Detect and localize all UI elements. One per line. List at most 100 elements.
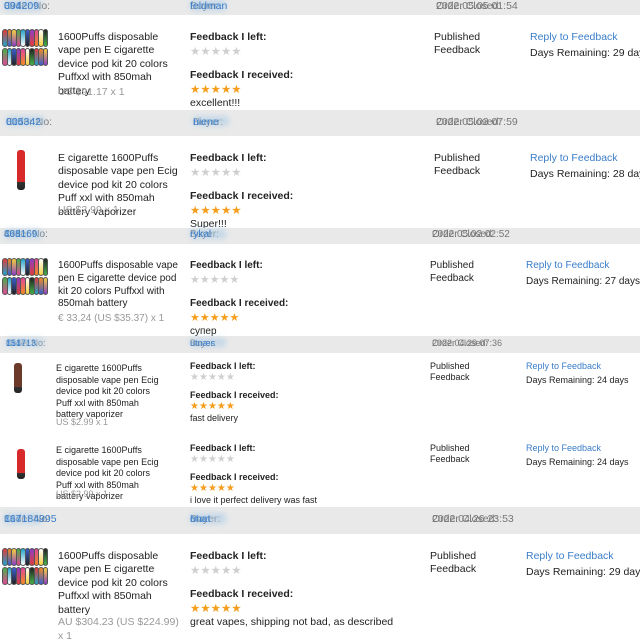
feedback-left-label: Feedback I left:	[190, 443, 256, 453]
buyer-name-suffix[interactable]: feldman	[190, 0, 227, 12]
reply-to-feedback-link[interactable]: Reply to Feedback	[526, 443, 601, 453]
product-thumbnail	[8, 363, 28, 393]
vape-pen-icon	[17, 150, 25, 190]
star-icon: ★	[210, 46, 221, 58]
product-price: US $91.17 x 1	[58, 86, 125, 98]
star-icon: ★	[216, 401, 226, 412]
star-icon: ★	[200, 84, 211, 96]
feedback-received-stars: ★★★★★	[190, 82, 242, 96]
order-no-suffix[interactable]: 468169	[4, 229, 37, 240]
star-icon: ★	[198, 372, 208, 383]
star-icon: ★	[200, 167, 211, 179]
product-price: US $2.99 x 1	[56, 489, 109, 499]
days-remaining: Days Remaining: 24 days	[526, 457, 629, 467]
order-closed-date: 2022.04.29 07:36	[432, 338, 503, 348]
order-item-row: E cigarette 1600Puffs disposable vape pe…	[0, 353, 640, 435]
vape-pen-icon	[42, 567, 49, 585]
reply-to-feedback-link[interactable]: Reply to Feedback	[526, 361, 601, 371]
product-thumbnail	[2, 258, 49, 295]
star-icon: ★	[198, 454, 208, 465]
star-icon: ★	[190, 312, 200, 324]
buyer-name-suffix[interactable]: rykal	[190, 229, 211, 240]
star-icon: ★	[216, 483, 226, 494]
order-no-suffix[interactable]: 094209	[4, 0, 39, 12]
feedback-received-stars: ★★★★★	[190, 311, 239, 324]
feedback-comment: fast delivery	[190, 413, 239, 423]
product-title[interactable]: E cigarette 1600Puffs disposable vape pe…	[56, 363, 168, 421]
feedback-left-label: Feedback I left:	[190, 31, 267, 43]
star-icon: ★	[207, 401, 217, 412]
star-icon: ★	[190, 565, 201, 577]
published-feedback-status: Published Feedback	[430, 443, 470, 465]
reply-to-feedback-link[interactable]: Reply to Feedback	[530, 31, 618, 43]
star-icon: ★	[210, 167, 221, 179]
order-header: Order No: 301094209Buyer: feldmanOrder C…	[0, 0, 640, 15]
feedback-left-stars: ★★★★★	[190, 372, 235, 383]
product-thumbnail	[14, 150, 28, 190]
star-icon: ★	[219, 312, 230, 324]
buyer-name-suffix[interactable]: utnæs	[190, 338, 215, 348]
star-icon: ★	[220, 205, 232, 217]
feedback-received-label: Feedback I received:	[190, 69, 294, 81]
buyer-name-suffix[interactable]: onat	[190, 513, 210, 525]
buyer-name-suffix[interactable]: niene	[193, 116, 219, 128]
feedback-received-label: Feedback I received:	[190, 588, 294, 600]
order-item-row: E cigarette 1600Puffs disposable vape pe…	[0, 136, 640, 230]
order-no-suffix[interactable]: 151713	[6, 338, 36, 348]
star-icon: ★	[225, 401, 235, 412]
reply-to-feedback-link[interactable]: Reply to Feedback	[530, 152, 618, 164]
order-header: Order No: 814151713Buyer: utnæsOrder Clo…	[0, 336, 640, 353]
star-icon: ★	[199, 312, 210, 324]
days-remaining: Days Remaining: 29 days	[526, 566, 640, 578]
order-header: Order No: 814167184995Buyer: MaronatOrde…	[0, 507, 640, 534]
product-price: € 33,24 (US $35.37) x 1	[58, 313, 165, 324]
product-thumbnail	[14, 449, 28, 479]
star-icon: ★	[216, 372, 226, 383]
order-closed-date: 2022.05.02 02:52	[432, 229, 510, 240]
product-price: US $2.99 x 1	[58, 204, 119, 216]
vape-pen-icon	[42, 48, 49, 66]
feedback-received-label: Feedback I received:	[190, 472, 279, 482]
reply-to-feedback-link[interactable]: Reply to Feedback	[526, 550, 614, 562]
order-item-row: 1600Puffs disposable vape pen E cigarett…	[0, 534, 640, 642]
feedback-left-stars: ★★★★★	[190, 44, 242, 58]
star-icon: ★	[190, 84, 201, 96]
star-icon: ★	[229, 274, 240, 286]
star-icon: ★	[231, 84, 242, 96]
feedback-left-label: Feedback I left:	[190, 152, 267, 164]
reply-to-feedback-link[interactable]: Reply to Feedback	[526, 260, 609, 271]
feedback-left-stars: ★★★★★	[190, 165, 242, 179]
feedback-left-stars: ★★★★★	[190, 454, 235, 465]
order-header: Order No: 814005342Buyer: LinieneOrder C…	[0, 110, 640, 136]
vape-pen-icon	[17, 449, 25, 479]
published-feedback-status: Published Feedback	[430, 550, 477, 576]
star-icon: ★	[199, 274, 210, 286]
star-icon: ★	[198, 483, 208, 494]
feedback-received-stars: ★★★★★	[190, 601, 242, 615]
order-no-suffix[interactable]: 167184995	[4, 513, 57, 525]
order-no-suffix[interactable]: 005342	[6, 116, 41, 128]
order-item-row: 1600Puffs disposable vape pen E cigarett…	[0, 244, 640, 337]
vape-pen-icon	[42, 548, 49, 566]
order-closed-date: 2022.05.03 07:59	[436, 115, 518, 128]
star-icon: ★	[190, 603, 201, 615]
star-icon: ★	[231, 603, 242, 615]
star-icon: ★	[220, 84, 232, 96]
feedback-received-label: Feedback I received:	[190, 190, 294, 202]
product-title[interactable]: 1600Puffs disposable vape pen E cigarett…	[58, 550, 180, 617]
star-icon: ★	[200, 603, 211, 615]
days-remaining: Days Remaining: 28 days	[530, 168, 640, 180]
product-title[interactable]: 1600Puffs disposable vape pen E cigarett…	[58, 260, 180, 311]
star-icon: ★	[210, 205, 221, 217]
order-header: Order No: 301468169Buyer: rykalOrder Clo…	[0, 228, 640, 244]
star-icon: ★	[190, 205, 201, 217]
star-icon: ★	[225, 372, 235, 383]
feedback-left-stars: ★★★★★	[190, 563, 242, 577]
star-icon: ★	[210, 84, 221, 96]
star-icon: ★	[207, 454, 217, 465]
days-remaining: Days Remaining: 24 days	[526, 375, 629, 385]
star-icon: ★	[229, 312, 240, 324]
feedback-received-stars: ★★★★★	[190, 203, 242, 217]
star-icon: ★	[220, 167, 232, 179]
star-icon: ★	[207, 483, 217, 494]
